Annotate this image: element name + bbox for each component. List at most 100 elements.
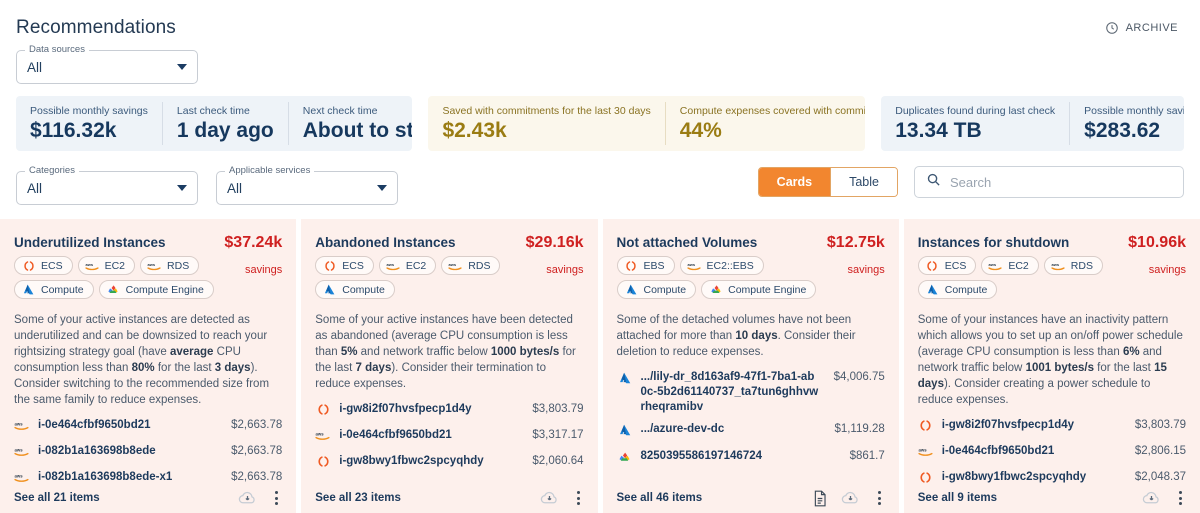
svg-text:aws: aws [316,432,325,437]
resource-icon-wrap: aws [14,444,30,463]
download-cloud-button[interactable] [238,490,257,506]
service-badge[interactable]: ECS [14,256,73,275]
service-badge[interactable]: Compute [315,280,395,299]
service-badge[interactable]: ECS [917,256,977,275]
service-badge[interactable]: Compute Engine [98,280,214,299]
card-actions [813,489,885,507]
service-badge[interactable]: aws EC2 [981,256,1039,275]
resource-link[interactable]: i-0e464cfbf9650bd21 [339,428,518,443]
page-header: Recommendations ARCHIVE [0,0,1200,44]
categories-legend: Categories [25,165,79,177]
stat-possible-monthly-savings[interactable]: Possible monthly savings $116.32k [16,102,162,145]
resource-link[interactable]: .../lily-dr_8d163af9-47f1-7ba1-ab0c-5b2d… [641,370,820,415]
stat-compute-expenses-covered[interactable]: Compute expenses covered with commitment… [664,102,865,145]
document-icon [813,490,827,507]
service-badge-label: ECS [944,259,967,272]
ecs-icon [322,259,337,272]
resource-link[interactable]: i-gw8bwy1fbwc2spcyqhdy [339,454,518,469]
service-badge[interactable]: aws RDS [1043,256,1103,275]
see-all-link[interactable]: See all 46 items [617,492,703,504]
service-badge[interactable]: ECS [315,256,374,275]
recommendation-card: Not attached VolumesEBS aws EC2::EBSComput… [602,219,899,513]
svg-text:aws: aws [449,262,457,267]
search-input[interactable] [950,174,1172,190]
stats-group-commitments: Saved with commitments for the last 30 d… [428,96,866,151]
kebab-menu-icon[interactable] [1175,489,1186,507]
applicable-services-select[interactable]: Applicable services All [216,165,398,205]
tab-cards-view[interactable]: Cards [758,168,831,196]
archive-button[interactable]: ARCHIVE [1099,17,1184,39]
stat-next-check-time[interactable]: Next check time About to start [287,102,412,145]
resource-list: i-gw8i2f07hvsfpecp1d4y $3,803.79 aws i-0e46… [918,418,1186,489]
resource-link[interactable]: i-0e464cfbf9650bd21 [38,418,217,433]
stat-label: Saved with commitments for the last 30 d… [442,105,651,117]
list-item: aws i-0e464cfbf9650bd21 $2,663.78 [14,418,282,437]
card-title: Not attached Volumes [616,235,758,250]
document-button[interactable] [813,490,827,507]
categories-value: All [27,180,43,196]
service-badge[interactable]: aws RDS [441,256,501,275]
aws-icon: aws [448,259,463,272]
stat-value: $283.62 [1084,119,1161,142]
resource-link[interactable]: i-gw8i2f07hvsfpecp1d4y [942,418,1121,433]
archive-label: ARCHIVE [1125,22,1178,34]
resource-cost: $2,806.15 [1134,445,1186,457]
resource-link[interactable]: i-gw8bwy1fbwc2spcyqhdy [942,470,1121,485]
download-cloud-button[interactable] [841,490,860,506]
resource-icon-wrap [617,449,633,469]
resource-link[interactable]: 8250395586197146724 [641,449,836,464]
download-cloud-button[interactable] [1142,490,1161,506]
card-title: Underutilized Instances [14,235,166,250]
card-description: Some of your instances have an inactivit… [917,314,1183,406]
service-badge[interactable]: aws EC2::EBS [679,256,764,275]
kebab-menu-icon[interactable] [271,489,282,507]
stat-duplicates-found[interactable]: Duplicates found during last check 13.34… [881,102,1069,145]
card-savings: $37.24k savings [224,233,282,278]
search-box[interactable] [914,166,1184,198]
service-badge[interactable]: Compute [616,280,697,299]
stats-group-duplicates: Duplicates found during last check 13.34… [881,96,1184,151]
service-badge-label: RDS [468,259,491,272]
resource-icon-wrap [918,418,934,437]
resource-link[interactable]: i-082b1a163698b8ede-x1 [38,470,217,485]
resource-list: .../lily-dr_8d163af9-47f1-7ba1-ab0c-5b2d… [617,370,885,469]
kebab-menu-icon[interactable] [573,489,584,507]
stat-possible-monthly-savings-duplicates[interactable]: Possible monthly savings $283.62 [1069,102,1184,145]
card-header: Underutilized Instances ECS aws EC2 aws RDS Co… [14,233,282,299]
resource-cost: $2,663.78 [231,471,283,483]
data-sources-select[interactable]: Data sources All [16,44,198,84]
download-cloud-button[interactable] [540,490,559,506]
tab-table-view[interactable]: Table [830,168,897,196]
svg-text:aws: aws [918,448,927,453]
resource-icon-wrap: aws [14,418,30,437]
resource-link[interactable]: .../azure-dev-dc [641,422,821,437]
service-badge[interactable]: Compute Engine [701,280,817,299]
resource-icon-wrap: aws [14,470,30,489]
stat-saved-with-commitments[interactable]: Saved with commitments for the last 30 d… [428,102,664,145]
aws-icon: aws [14,471,30,489]
resource-link[interactable]: i-gw8i2f07hvsfpecp1d4y [339,402,518,417]
card-description: Some of your active instances have been … [315,314,576,390]
card-actions [540,489,584,507]
service-badge[interactable]: EBS [616,256,675,275]
see-all-link[interactable]: See all 9 items [918,492,997,504]
service-badge[interactable]: Compute [14,280,94,299]
kebab-menu-icon[interactable] [874,489,885,507]
service-badge[interactable]: aws RDS [140,256,200,275]
recommendation-card: Underutilized Instances ECS aws EC2 aws RDS Co… [0,219,297,513]
see-all-link[interactable]: See all 21 items [14,492,100,504]
service-badge[interactable]: aws EC2 [77,256,136,275]
see-all-link[interactable]: See all 23 items [315,492,401,504]
resource-link[interactable]: i-0e464cfbf9650bd21 [942,444,1121,459]
stat-last-check-time[interactable]: Last check time 1 day ago [161,102,288,145]
stat-label: Possible monthly savings [1084,105,1184,117]
resource-link[interactable]: i-082b1a163698b8ede [38,444,217,459]
service-badge-label: Compute [944,283,988,296]
categories-select[interactable]: Categories All [16,165,198,205]
resource-cost: $861.7 [849,450,885,462]
service-badge[interactable]: aws EC2 [378,256,437,275]
service-badge[interactable]: Compute [917,280,998,299]
azure-icon [322,283,337,296]
applicable-services-legend: Applicable services [225,165,315,177]
data-sources-legend: Data sources [25,44,89,56]
